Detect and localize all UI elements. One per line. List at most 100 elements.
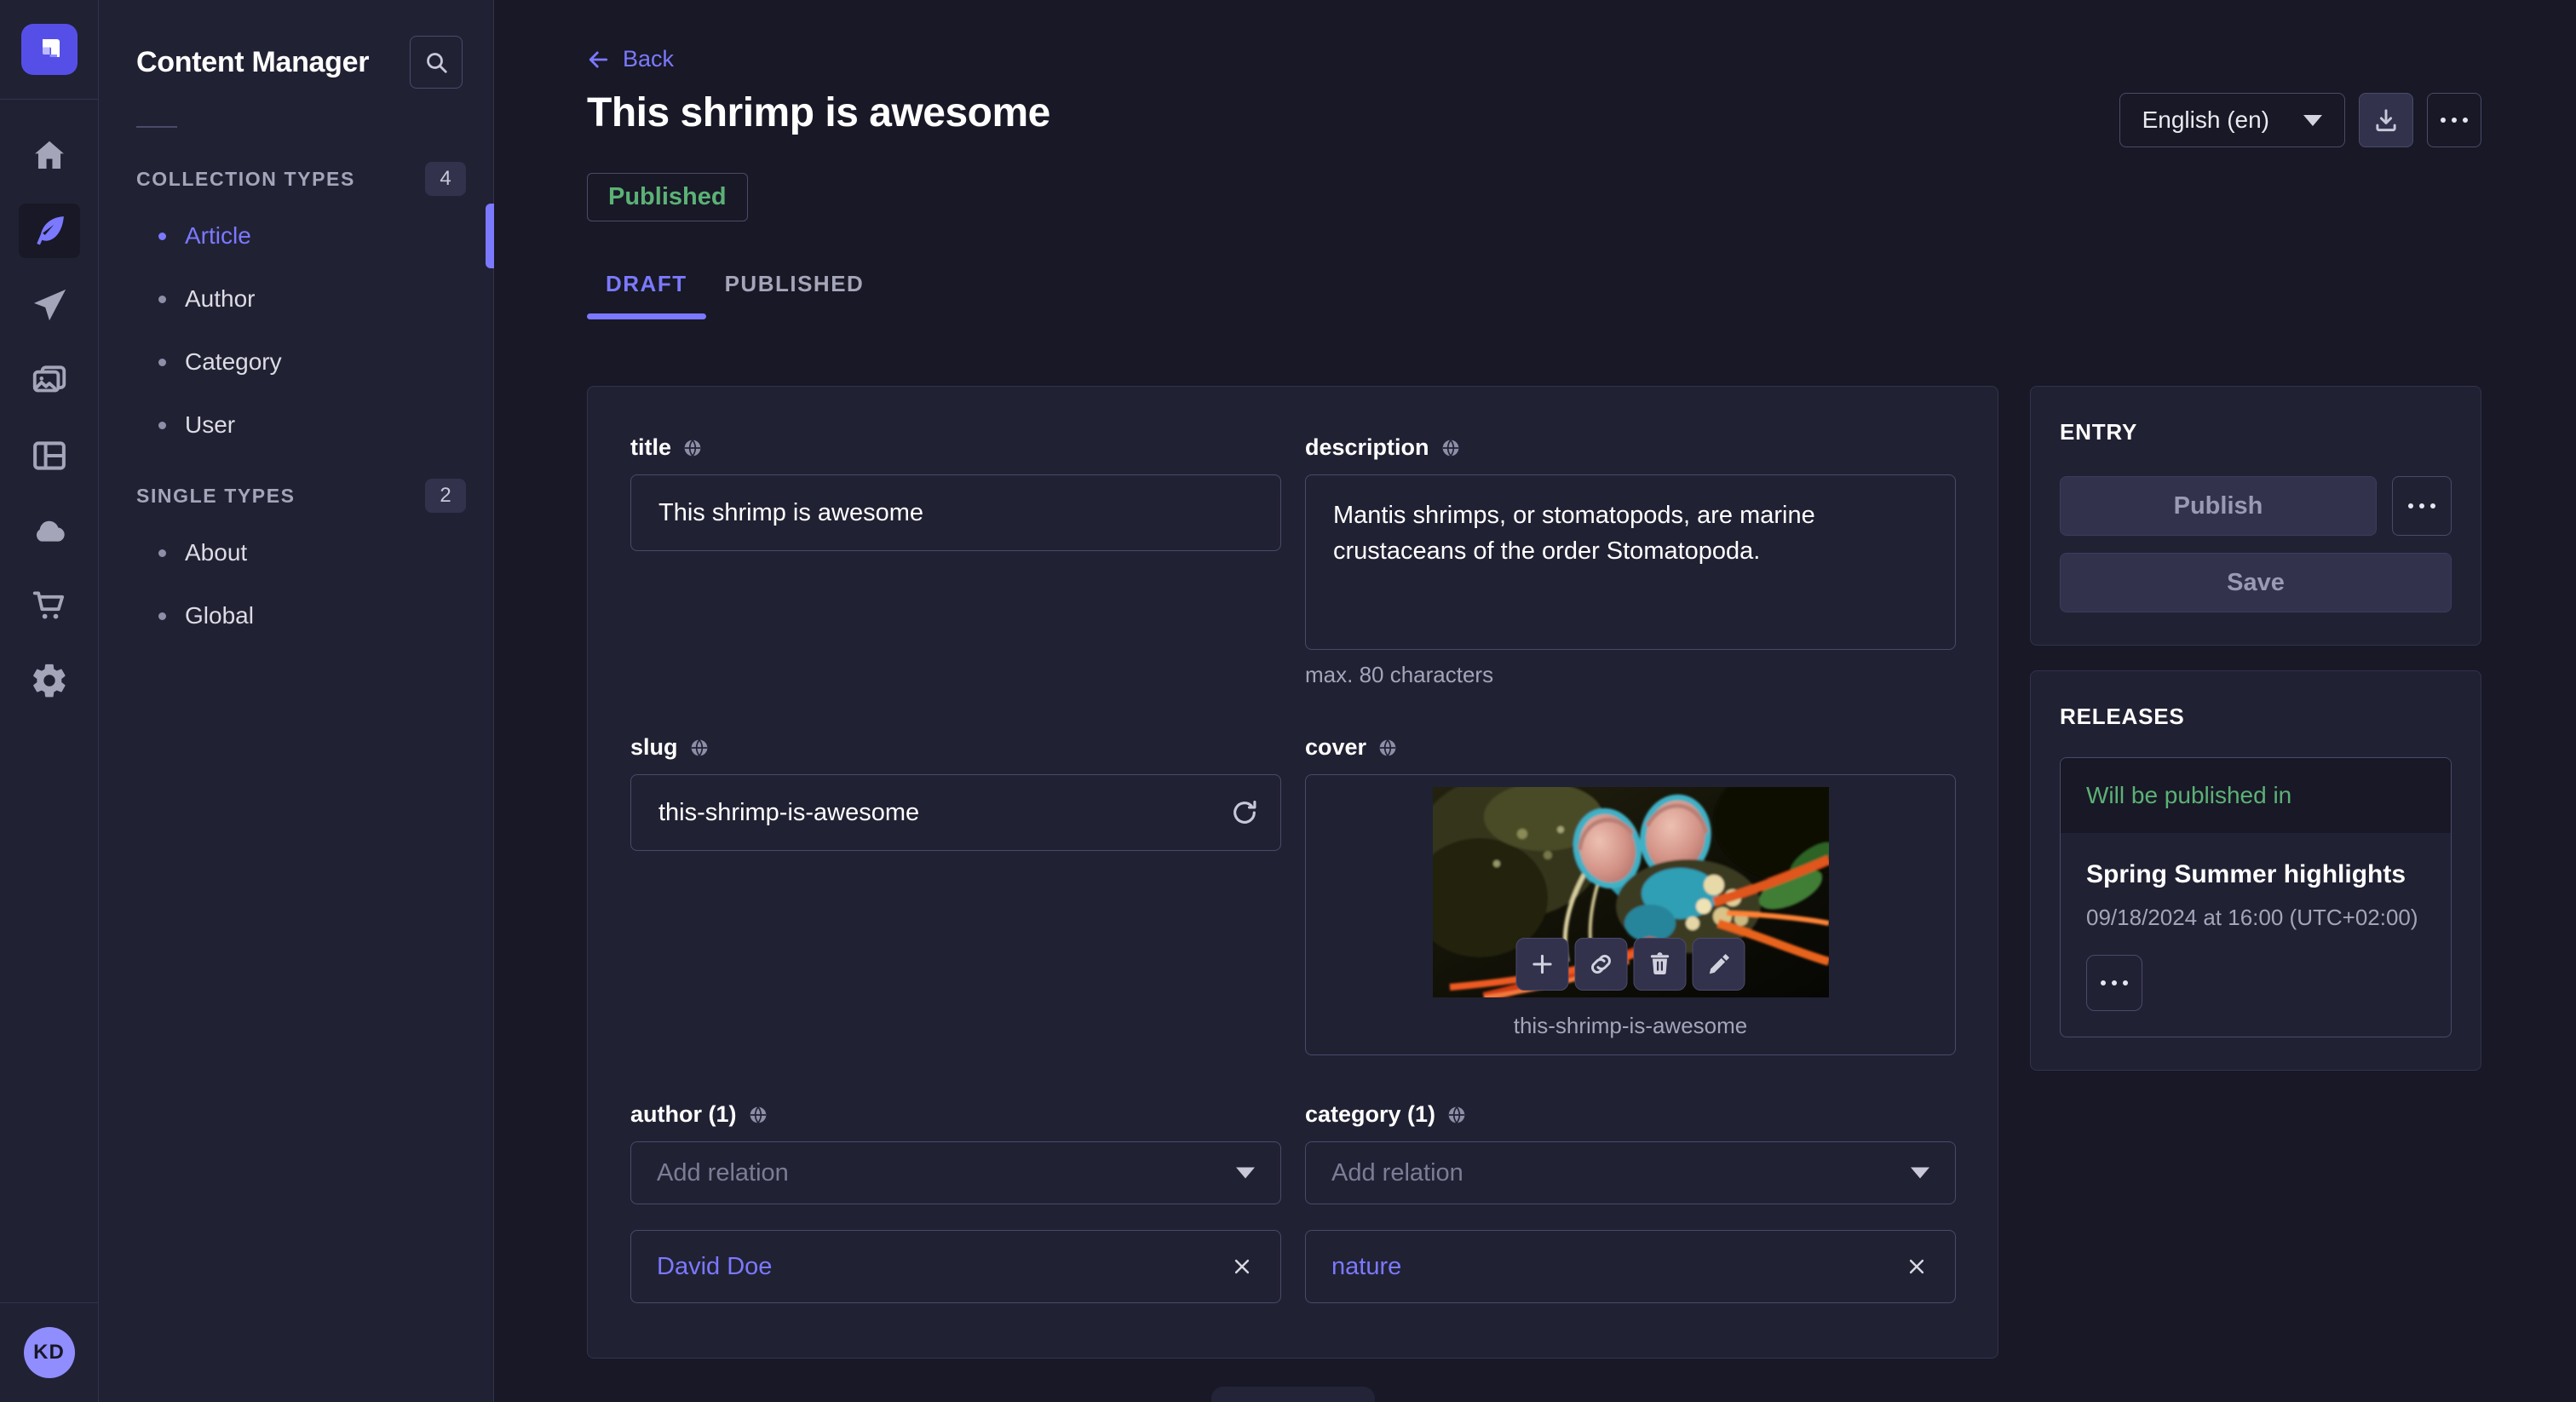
description-textarea[interactable]: Mantis shrimps, or stomatopods, are mari… [1305,474,1956,650]
cover-copy-link-button[interactable] [1575,938,1628,991]
bullet-icon [158,549,166,557]
trash-icon [1647,951,1674,978]
nav-home-icon[interactable] [19,129,80,183]
sidebar-item-label: Author [185,285,256,313]
locale-globe-icon [688,737,710,759]
sidebar-item-author[interactable]: Author [99,267,493,330]
entry-panel: ENTRY Publish Save [2030,386,2481,646]
locale-globe-icon [747,1104,769,1126]
field-label: description [1305,434,1429,461]
bullet-icon [158,296,166,303]
header-more-button[interactable] [2427,93,2481,147]
download-button[interactable] [2359,93,2413,147]
releases-panel-heading: RELEASES [2060,704,2452,730]
description-hint: max. 80 characters [1305,662,1956,688]
entry-more-button[interactable] [2392,476,2452,536]
cover-caption: this-shrimp-is-awesome [1514,1013,1748,1039]
release-date: 09/18/2024 at 16:00 (UTC+02:00) [2086,905,2425,931]
field-label: category (1) [1305,1101,1435,1128]
bullet-icon [158,359,166,366]
active-indicator [486,204,494,268]
download-icon [2372,106,2400,134]
sidebar-item-label: About [185,539,247,566]
category-relation-select[interactable]: Add relation [1305,1141,1956,1204]
publish-button[interactable]: Publish [2060,476,2377,536]
tab-draft[interactable]: DRAFT [587,271,706,319]
field-author: author (1) Add relation David Doe [630,1101,1281,1303]
nav-cart-icon[interactable] [19,578,80,633]
add-icon [1529,951,1556,978]
relation-placeholder: Add relation [657,1159,789,1187]
status-badge: Published [587,173,748,221]
section-count-badge: 4 [425,162,466,196]
ellipsis-icon [2101,980,2128,985]
nav-layout-icon[interactable] [19,428,80,483]
edit-icon [1705,951,1733,978]
release-more-button[interactable] [2086,955,2142,1011]
ellipsis-icon [2441,118,2468,123]
bullet-icon [158,233,166,240]
cover-delete-button[interactable] [1634,938,1687,991]
cover-edit-button[interactable] [1693,938,1745,991]
release-title: Spring Summer highlights [2086,860,2425,889]
field-label: cover [1305,734,1366,761]
entry-panel-heading: ENTRY [2060,419,2452,445]
sidebar-item-category[interactable]: Category [99,330,493,394]
page-title: This shrimp is awesome [587,89,1050,136]
sidebar-item-article[interactable]: Article [99,204,493,267]
author-relation-select[interactable]: Add relation [630,1141,1281,1204]
scroll-peek-element [1211,1387,1375,1402]
title-input[interactable] [630,474,1281,551]
field-label: slug [630,734,678,761]
chevron-down-icon [2303,115,2322,126]
locale-select[interactable]: English (en) [2119,93,2345,147]
cover-add-button[interactable] [1516,938,1569,991]
search-button[interactable] [410,36,463,89]
field-title: title [630,434,1281,688]
sidebar-item-label: User [185,411,235,439]
relation-link[interactable]: nature [1331,1253,1401,1281]
bullet-icon [158,612,166,620]
nav-content-manager-feather-icon[interactable] [19,204,80,258]
remove-relation-icon[interactable] [1229,1254,1255,1279]
locale-globe-icon [681,437,704,459]
edit-view: Back This shrimp is awesome English (en)… [494,0,2576,1402]
tab-published[interactable]: PUBLISHED [706,271,883,319]
slug-input[interactable] [630,774,1281,851]
locale-globe-icon [1446,1104,1468,1126]
save-button[interactable]: Save [2060,553,2452,612]
content-manager-sidebar: Content Manager COLLECTION TYPES 4 Artic… [99,0,494,1402]
search-icon [423,49,449,75]
nav-paper-plane-icon[interactable] [19,279,80,333]
back-label: Back [623,46,674,72]
user-avatar[interactable]: KD [24,1327,75,1378]
section-label: SINGLE TYPES [136,485,296,508]
sidebar-item-user[interactable]: User [99,394,493,457]
nav-gear-icon[interactable] [19,653,80,708]
cover-asset-card: this-shrimp-is-awesome [1305,774,1956,1055]
sidebar-item-label: Global [185,602,254,629]
nav-cloud-icon[interactable] [19,503,80,558]
field-description: description Mantis shrimps, or stomatopo… [1305,434,1956,688]
strapi-app: KD Content Manager COLLECTION TYPES 4 Ar… [0,0,2576,1402]
back-arrow-icon [587,48,611,72]
sidebar-title: Content Manager [136,46,369,79]
sidebar-item-global[interactable]: Global [99,584,493,647]
regenerate-icon[interactable] [1230,798,1259,827]
sidebar-item-about[interactable]: About [99,521,493,584]
ellipsis-icon [2408,503,2435,509]
relation-link[interactable]: David Doe [657,1253,772,1281]
section-label: COLLECTION TYPES [136,168,355,191]
release-status: Will be published in [2061,758,2451,833]
side-panels: ENTRY Publish Save RELEASES Will be publ… [2030,386,2481,1071]
chevron-down-icon [1236,1168,1255,1179]
field-cover: cover [1305,734,1956,1055]
locale-label: English (en) [2142,106,2269,134]
bullet-icon [158,422,166,429]
rail-divider [0,99,98,100]
remove-relation-icon[interactable] [1904,1254,1929,1279]
back-link[interactable]: Back [587,46,674,72]
nav-media-library-icon[interactable] [19,353,80,408]
strapi-logo[interactable] [21,24,78,75]
field-label: title [630,434,671,461]
